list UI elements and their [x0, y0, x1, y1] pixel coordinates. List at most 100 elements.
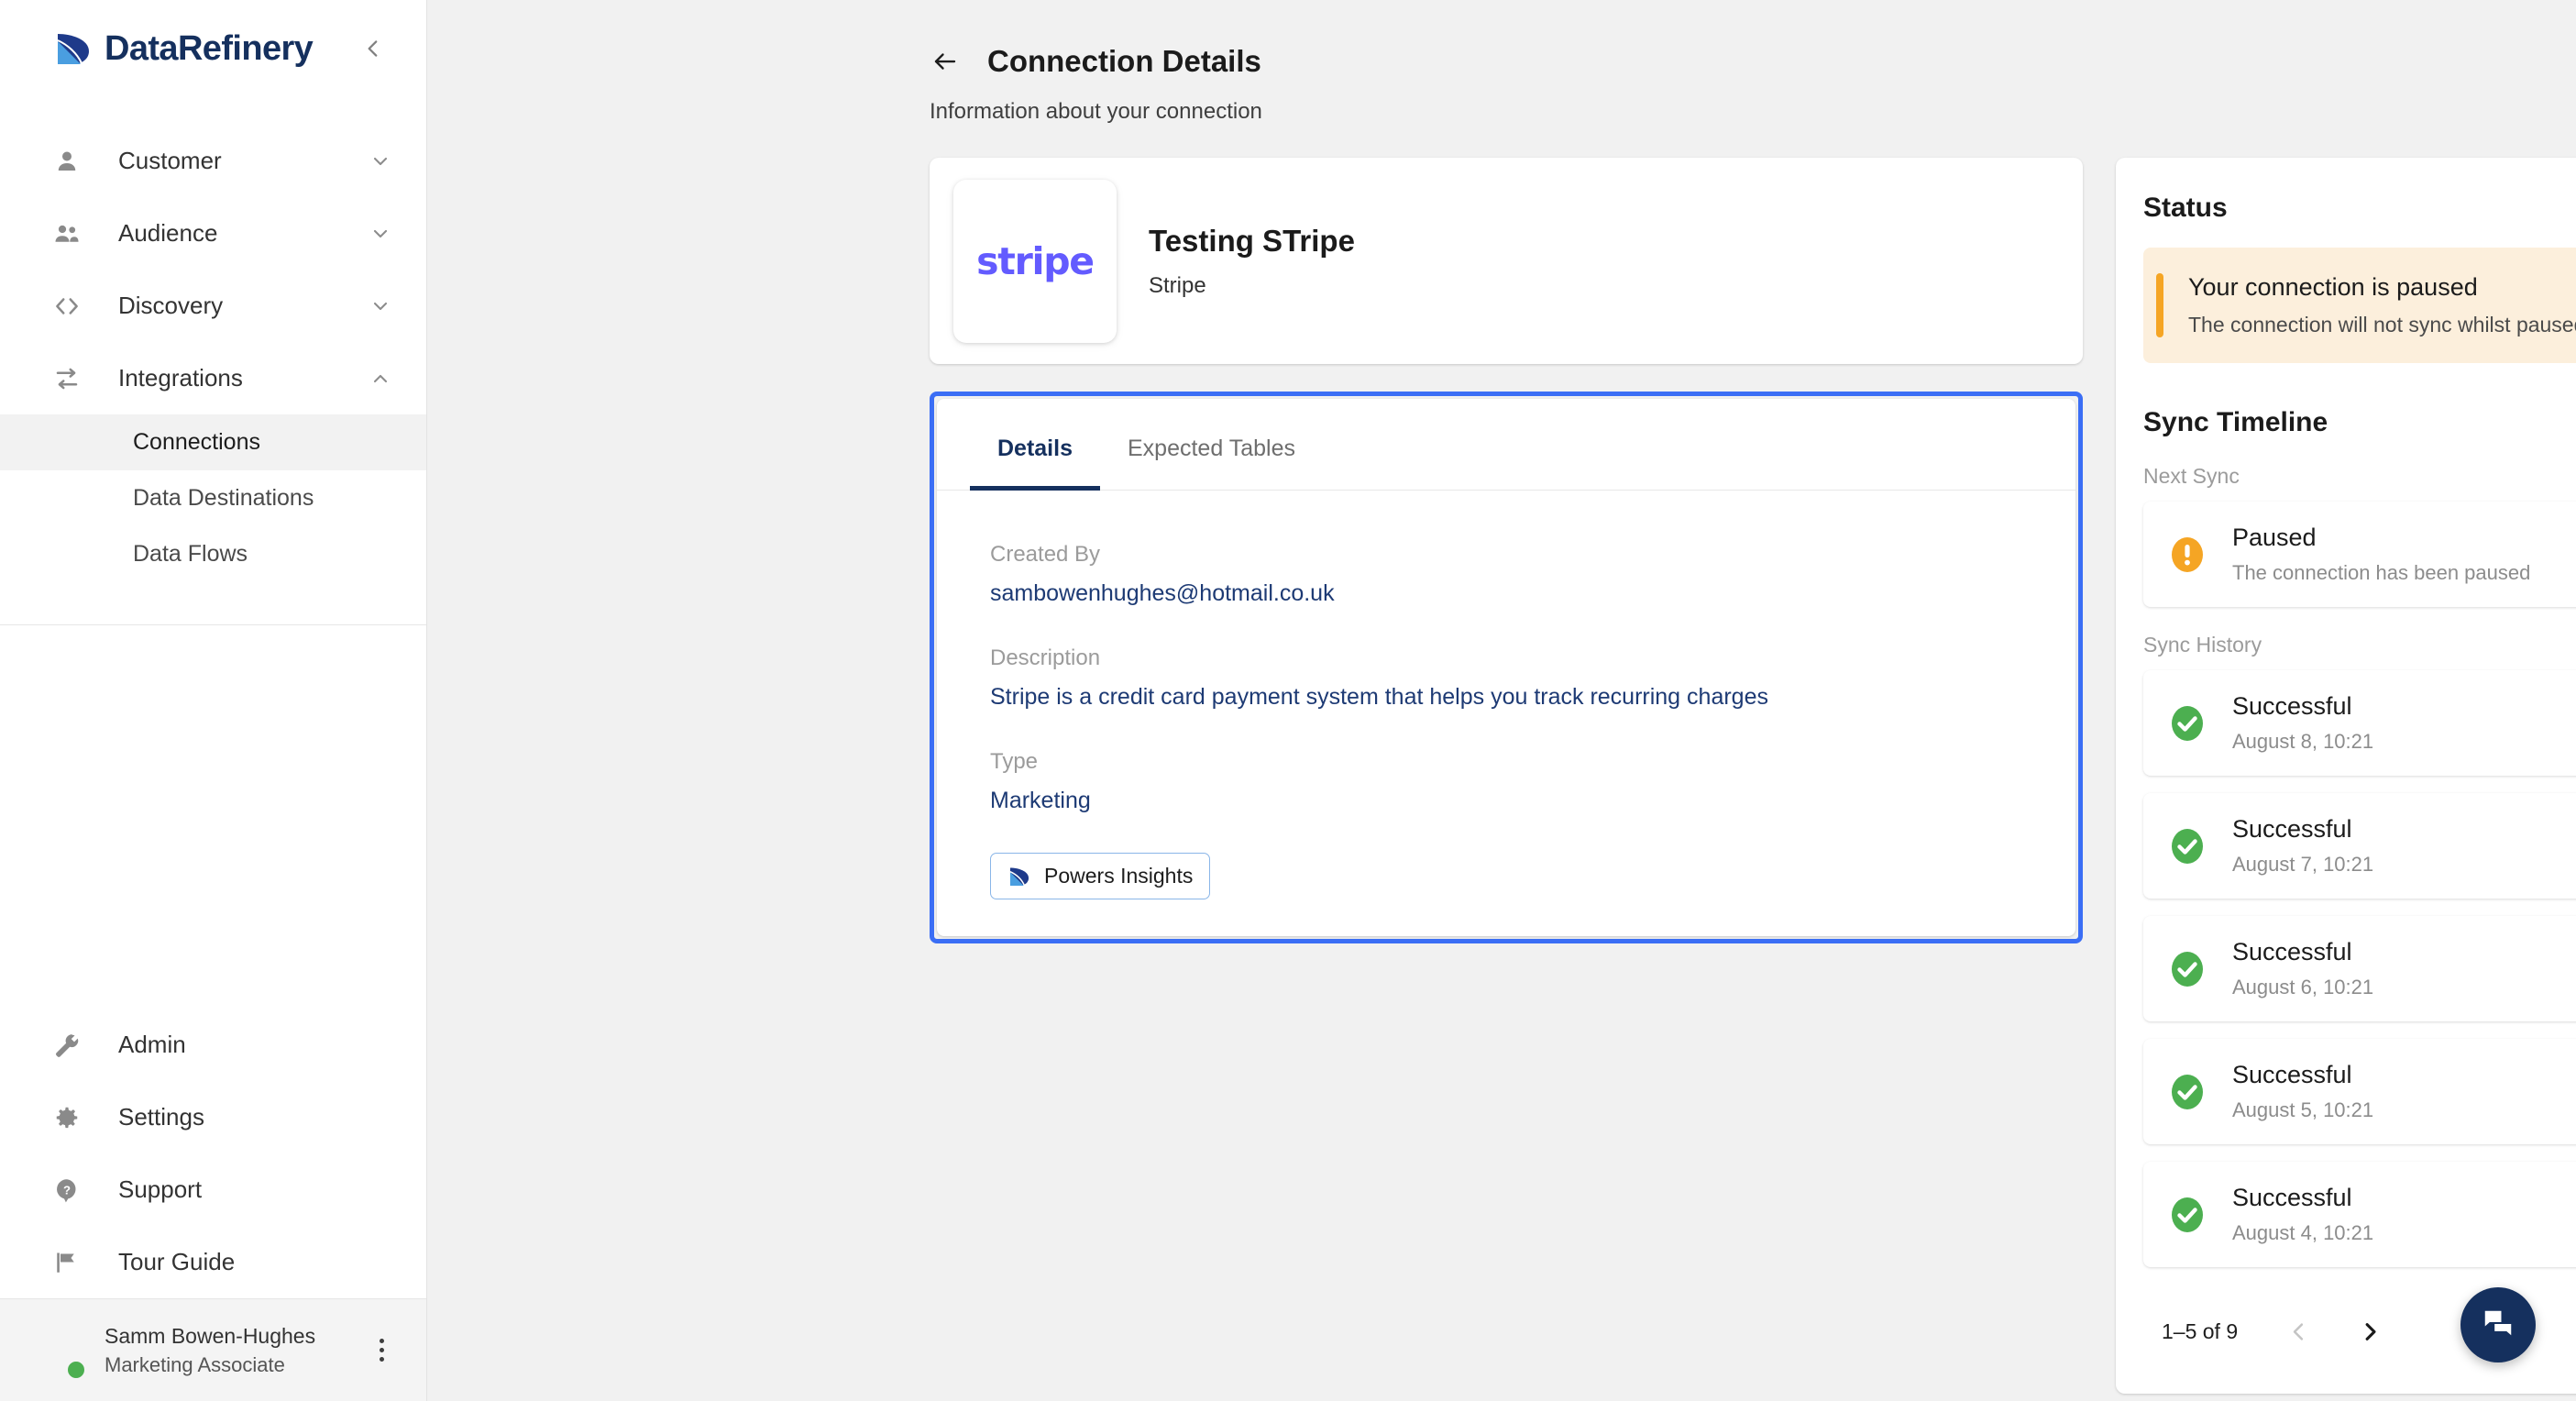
- sidebar-item-label: Integrations: [118, 364, 243, 392]
- wrench-icon: [53, 1031, 94, 1059]
- stripe-logo-icon: stripe: [953, 179, 1117, 343]
- datarefinery-leaf-logo-icon: [1007, 865, 1031, 888]
- sidebar-item-data-flows[interactable]: Data Flows: [0, 526, 426, 582]
- pagination-prev-button[interactable]: [2274, 1307, 2322, 1355]
- sidebar-item-label: Settings: [118, 1103, 204, 1131]
- sidebar-subitem-label: Data Flows: [133, 541, 248, 567]
- user-name: Samm Bowen-Hughes: [105, 1323, 316, 1348]
- sidebar-divider: [0, 624, 426, 625]
- sidebar-item-label: Customer: [118, 147, 222, 174]
- success-check-icon: [2167, 949, 2207, 989]
- field-value: Stripe is a credit card payment system t…: [990, 684, 1768, 710]
- next-sync-description: The connection has been paused: [2232, 561, 2531, 584]
- sidebar-item-audience[interactable]: Audience: [0, 197, 426, 270]
- sidebar-item-label: Audience: [118, 219, 218, 247]
- success-check-icon: [2167, 1195, 2207, 1235]
- sync-history-row[interactable]: Successful August 6, 10:21 3 months ago: [2143, 916, 2576, 1021]
- page-header: Connection Details Information about you…: [427, 0, 2576, 125]
- right-column: Status Your connection is paused The con…: [2116, 158, 2576, 1394]
- main-content: Connection Details Information about you…: [427, 0, 2576, 1401]
- sync-history-list: Successful August 8, 10:21 3 months ago …: [2143, 670, 2576, 1267]
- sidebar-brand: DataRefinery: [0, 0, 426, 97]
- powers-insights-badge[interactable]: Powers Insights: [990, 853, 1211, 899]
- chevron-down-icon[interactable]: [369, 150, 391, 172]
- field-value: Marketing: [990, 788, 1091, 813]
- field-description: Description Stripe is a credit card paym…: [990, 645, 2022, 711]
- sidebar-primary-nav: Customer Audience Discovery Integrations…: [0, 97, 426, 625]
- question-help-icon: ?: [53, 1176, 94, 1204]
- page-title: Connection Details: [987, 44, 1261, 78]
- sidebar-item-label: Discovery: [118, 292, 224, 319]
- details-panel-focus-ring: Details Expected Tables Created By sambo…: [930, 392, 2083, 943]
- code-brackets-icon: [53, 292, 94, 320]
- sync-status: Successful: [2232, 815, 2352, 843]
- chevron-down-icon[interactable]: [369, 223, 391, 245]
- sync-history-row[interactable]: Successful August 8, 10:21 3 months ago: [2143, 670, 2576, 776]
- left-column: stripe Testing STripe Stripe Details Exp…: [930, 158, 2083, 943]
- sidebar-item-discovery[interactable]: Discovery: [0, 270, 426, 342]
- people-icon: [53, 220, 94, 248]
- sidebar-item-settings[interactable]: Settings: [0, 1081, 426, 1153]
- next-sync-label: Next Sync: [2143, 464, 2240, 488]
- stripe-logo-text: stripe: [976, 238, 1095, 283]
- sync-history-row[interactable]: Successful August 7, 10:21 3 months ago: [2143, 793, 2576, 899]
- svg-text:?: ?: [63, 1183, 71, 1197]
- flag-icon: [53, 1249, 94, 1276]
- tab-bar: Details Expected Tables: [937, 399, 2075, 491]
- sync-history-row[interactable]: Successful August 5, 10:21 3 months ago: [2143, 1039, 2576, 1144]
- sync-history-label: Sync History: [2143, 633, 2262, 656]
- badge-label: Powers Insights: [1044, 864, 1194, 888]
- chevron-up-icon[interactable]: [369, 368, 391, 390]
- sidebar-item-connections[interactable]: Connections: [0, 414, 426, 470]
- page-subtitle: Information about your connection: [930, 99, 1262, 124]
- online-status-dot: [66, 1359, 86, 1380]
- pagination-range: 1–5 of 9: [2162, 1318, 2239, 1343]
- chevron-down-icon[interactable]: [369, 295, 391, 317]
- person-icon: [53, 148, 94, 175]
- brand-name: DataRefinery: [105, 28, 314, 68]
- sync-status: Successful: [2232, 692, 2352, 720]
- sidebar-item-data-destinations[interactable]: Data Destinations: [0, 470, 426, 526]
- back-arrow-icon[interactable]: [930, 46, 961, 77]
- user-menu-kebab-icon[interactable]: [366, 1339, 397, 1362]
- alert-title: Your connection is paused: [2188, 273, 2478, 301]
- pagination-next-button[interactable]: [2346, 1307, 2394, 1355]
- field-type: Type Marketing: [990, 749, 2022, 814]
- chat-support-fab[interactable]: [2460, 1287, 2536, 1362]
- sidebar-item-label: Admin: [118, 1031, 186, 1058]
- sync-timestamp: August 5, 10:21: [2232, 1098, 2374, 1121]
- sidebar-user-profile[interactable]: Samm Bowen-Hughes Marketing Associate: [0, 1298, 426, 1401]
- status-and-timeline-card: Status Your connection is paused The con…: [2116, 158, 2576, 1394]
- field-label: Created By: [990, 542, 1101, 567]
- success-check-icon: [2167, 703, 2207, 744]
- tab-expected-tables[interactable]: Expected Tables: [1100, 399, 1323, 491]
- sync-status: Successful: [2232, 1184, 2352, 1211]
- field-label: Type: [990, 749, 1039, 774]
- app-root: DataRefinery Customer Audience Discovery…: [0, 0, 2576, 1401]
- sidebar-item-integrations[interactable]: Integrations: [0, 342, 426, 414]
- status-alert-banner: Your connection is paused The connection…: [2143, 248, 2576, 363]
- sidebar-item-customer[interactable]: Customer: [0, 125, 426, 197]
- sidebar-subitem-label: Data Destinations: [133, 485, 314, 511]
- sidebar-item-support[interactable]: ? Support: [0, 1153, 426, 1226]
- tab-details[interactable]: Details: [970, 399, 1100, 491]
- sync-history-row[interactable]: Successful August 4, 10:21 3 months ago: [2143, 1162, 2576, 1267]
- tab-label: Expected Tables: [1127, 436, 1295, 461]
- sync-arrows-icon: [53, 365, 94, 392]
- gear-icon: [53, 1104, 94, 1131]
- datarefinery-leaf-logo-icon: [53, 28, 94, 69]
- alert-accent-bar: [2156, 273, 2163, 337]
- next-sync-status: Paused: [2232, 524, 2317, 551]
- sidebar-item-admin[interactable]: Admin: [0, 1009, 426, 1081]
- connection-summary-card: stripe Testing STripe Stripe: [930, 158, 2083, 364]
- sync-status: Successful: [2232, 938, 2352, 965]
- chat-bubble-icon: [2481, 1306, 2515, 1345]
- connection-provider: Stripe: [1149, 272, 1206, 298]
- sidebar-collapse-button[interactable]: [355, 30, 391, 67]
- sync-timestamp: August 8, 10:21: [2232, 730, 2374, 753]
- sidebar-item-tour-guide[interactable]: Tour Guide: [0, 1226, 426, 1298]
- status-section-title: Status: [2143, 193, 2228, 223]
- tab-label: Details: [997, 436, 1073, 461]
- connection-name: Testing STripe: [1149, 223, 1355, 258]
- alert-subtitle: The connection will not sync whilst paus…: [2188, 313, 2576, 336]
